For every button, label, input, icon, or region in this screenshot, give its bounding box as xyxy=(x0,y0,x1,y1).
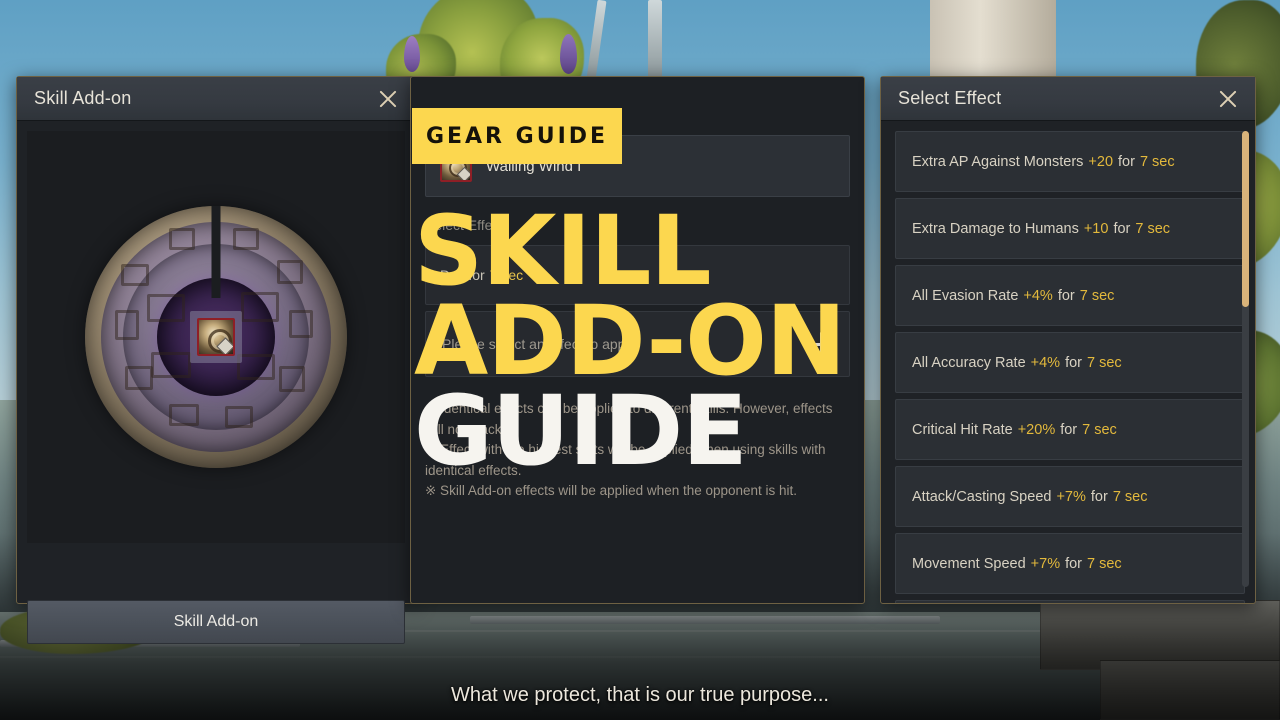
medallion-glyph xyxy=(115,310,139,340)
medallion-notch xyxy=(211,206,221,298)
medallion-glyph xyxy=(241,292,279,322)
effect-name: Critical Hit Rate xyxy=(912,421,1013,438)
effect-for-label: for xyxy=(1090,488,1108,505)
overlay-headline-line1: SKILL xyxy=(414,195,712,307)
effect-value: +4% xyxy=(1030,354,1061,371)
effect-for-label: for xyxy=(1065,555,1083,572)
effect-value: +7% xyxy=(1056,488,1086,505)
effect-duration: 7 sec xyxy=(1087,555,1122,572)
medallion-glyph xyxy=(121,264,149,286)
select-effect-panel: Select Effect Extra AP Against Monsters +… xyxy=(880,76,1256,604)
effect-list-container: Extra AP Against Monsters +20 for 7 sec Extr… xyxy=(881,121,1255,603)
item-preview-stage xyxy=(27,131,405,543)
effect-name: All Accuracy Rate xyxy=(912,354,1026,371)
medallion-glyph xyxy=(125,366,153,390)
skill-addon-button[interactable]: Skill Add-on xyxy=(27,600,405,644)
medallion-glyph xyxy=(279,366,305,392)
skill-addon-panel: Skill Add-on Skill Add-on xyxy=(16,76,416,644)
effect-list-item[interactable]: All Evasion Rate +4% for 7 sec xyxy=(895,265,1245,326)
effect-value: +20 xyxy=(1088,153,1114,170)
effect-name: All Evasion Rate xyxy=(912,287,1019,304)
effect-value: +10 xyxy=(1083,220,1109,237)
effect-duration: 7 sec xyxy=(1082,421,1117,438)
effect-duration: 7 sec xyxy=(1139,153,1175,170)
effect-duration: 7 sec xyxy=(1087,354,1122,371)
close-icon[interactable] xyxy=(375,86,401,112)
gear-guide-badge-label: GEAR GUIDE xyxy=(425,123,609,149)
effect-for-label: for xyxy=(1113,220,1131,237)
overlay-headline-line3: GUIDE xyxy=(414,375,748,487)
left-panel-footer: Skill Add-on xyxy=(17,595,415,649)
effect-for-label: for xyxy=(1118,153,1135,170)
effect-name: Extra Damage to Humans xyxy=(912,220,1079,237)
effect-list-item[interactable]: Attack/Casting Speed +7% for 7 sec xyxy=(895,466,1245,527)
subtitle-caption: What we protect, that is our true purpos… xyxy=(451,684,829,706)
ancient-stone-medallion-icon xyxy=(85,206,347,468)
medallion-glyph xyxy=(277,260,303,284)
left-panel-body xyxy=(17,121,415,595)
effect-duration: 7 sec xyxy=(1079,287,1115,304)
effect-list-item[interactable]: Critical Hit Rate +20% for 7 sec xyxy=(895,399,1245,460)
effect-list-item[interactable]: Movement Speed +7% for 7 sec xyxy=(895,533,1245,594)
effect-list-item[interactable]: Extra AP Against Monsters +20 for 7 sec xyxy=(895,131,1245,192)
medallion-glyph xyxy=(169,404,199,426)
effect-list-item[interactable] xyxy=(895,600,1245,603)
medallion-glyph xyxy=(169,228,195,250)
effect-duration: 7 sec xyxy=(1135,220,1171,237)
embedded-skill-chip[interactable] xyxy=(190,311,242,363)
effect-name: Extra AP Against Monsters xyxy=(912,153,1084,170)
medallion-glyph xyxy=(237,354,275,380)
effect-value: +20% xyxy=(1017,421,1056,438)
medallion-glyph xyxy=(151,352,191,378)
left-panel-title: Skill Add-on xyxy=(34,88,132,108)
effect-value: +4% xyxy=(1023,287,1053,304)
gear-guide-badge: GEAR GUIDE xyxy=(412,108,622,164)
medallion-glyph xyxy=(233,228,259,250)
medallion-glyph xyxy=(225,406,253,428)
medallion-glyph xyxy=(147,294,185,322)
effect-list-item[interactable]: All Accuracy Rate +4% for 7 sec xyxy=(895,332,1245,393)
effect-list-item[interactable]: Extra Damage to Humans +10 for 7 sec xyxy=(895,198,1245,259)
right-panel-header: Select Effect xyxy=(881,77,1255,121)
medallion-glyph xyxy=(289,310,313,338)
effect-for-label: for xyxy=(1057,287,1075,304)
overlay-headline-line2: ADD-ON xyxy=(414,285,846,397)
effect-name: Movement Speed xyxy=(912,555,1026,572)
effect-list: Extra AP Against Monsters +20 for 7 sec Extr… xyxy=(895,131,1245,603)
right-panel-title: Select Effect xyxy=(898,88,1002,108)
effect-value: +7% xyxy=(1030,555,1061,572)
wailing-wind-skill-icon xyxy=(197,318,235,356)
close-icon[interactable] xyxy=(1215,86,1241,112)
effect-for-label: for xyxy=(1060,421,1078,438)
effect-list-scroll-thumb[interactable] xyxy=(1242,131,1249,307)
effect-duration: 7 sec xyxy=(1112,488,1148,505)
effect-name: Attack/Casting Speed xyxy=(912,488,1052,505)
left-panel-header: Skill Add-on xyxy=(17,77,415,121)
effect-list-scrollbar[interactable] xyxy=(1242,131,1249,587)
effect-for-label: for xyxy=(1065,354,1082,371)
